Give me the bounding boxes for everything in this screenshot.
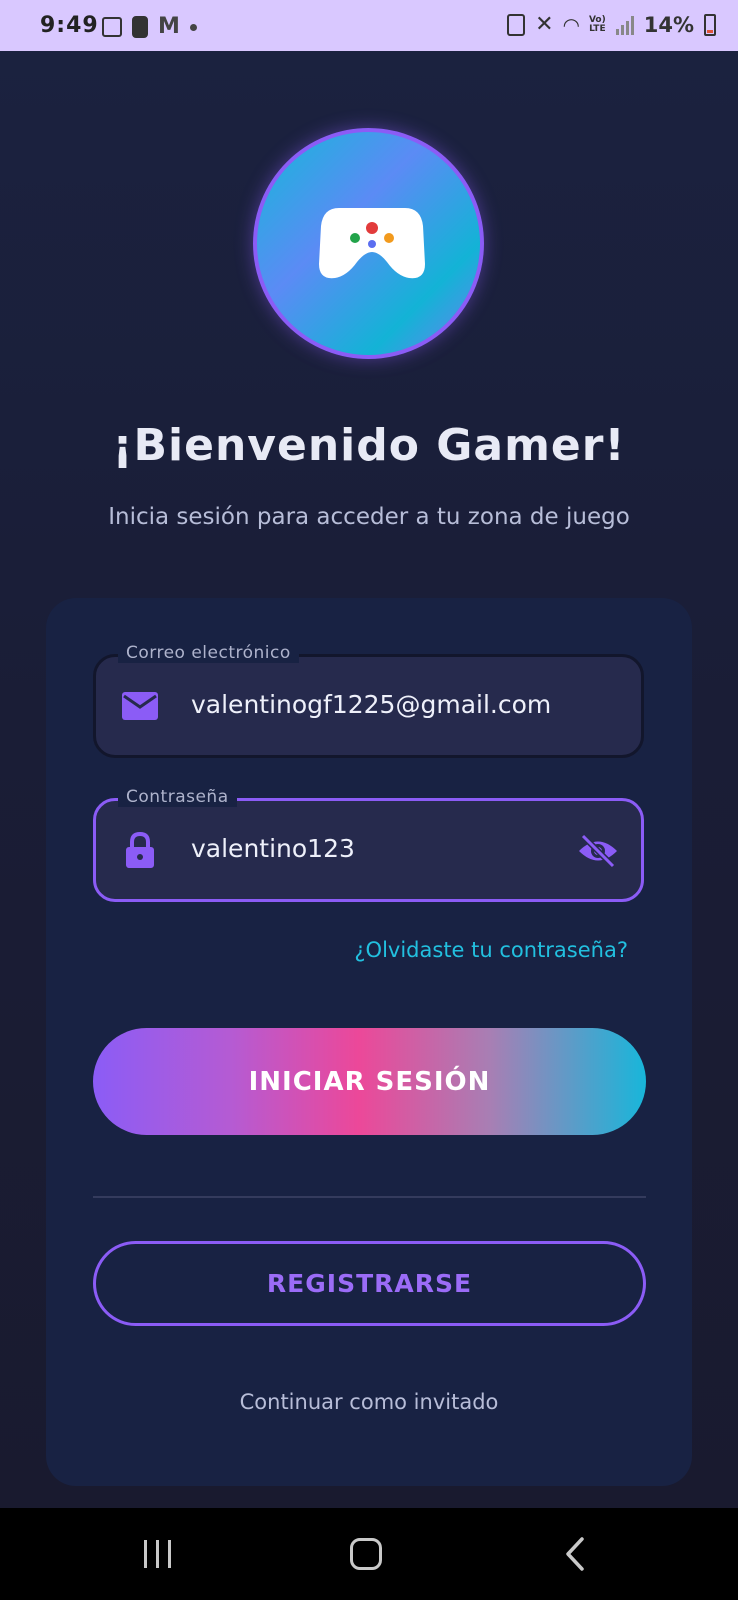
gallery-notification-icon [102,17,122,37]
eye-off-icon[interactable] [577,832,619,870]
welcome-subtitle: Inicia sesión para acceder a tu zona de … [108,504,630,530]
lte-icon: Vo) LTE [588,15,606,34]
gmail-notification-icon: M [158,14,180,39]
email-input[interactable]: valentinogf1225@gmail.com [191,690,551,719]
sync-icon [507,14,526,36]
login-button[interactable]: INICIAR SESIÓN [93,1028,646,1135]
battery-icon [704,14,716,36]
gamepad-icon [319,208,425,279]
mute-icon: ✕ [535,12,554,37]
app-logo [253,128,484,359]
login-card: Correo electrónico valentinogf1225@gmail… [46,598,692,1486]
more-notifications-icon [189,23,197,31]
lock-icon [126,832,154,868]
mail-icon [122,692,158,720]
battery-percent: 14% [643,13,694,37]
back-button[interactable] [560,1536,590,1572]
home-button[interactable] [350,1538,382,1570]
signal-icon [615,15,634,35]
email-label: Correo electrónico [118,643,299,663]
navigation-bar [0,1508,738,1600]
password-field[interactable]: Contraseña valentino123 [93,787,644,902]
alert-notification-icon [132,16,148,38]
password-input[interactable]: valentino123 [191,834,355,863]
login-screen: 9:49 M ✕ ◠ Vo) LTE 14% ¡Bienvenido Gamer!… [0,0,738,1600]
status-time: 9:49 [40,13,99,38]
email-field[interactable]: Correo electrónico valentinogf1225@gmail… [93,643,644,758]
recent-apps-button[interactable] [144,1540,174,1568]
network-label: LTE [589,24,606,34]
register-button[interactable]: REGISTRARSE [93,1241,646,1326]
forgot-password-link[interactable]: ¿Olvidaste tu contraseña? [354,938,628,962]
divider [93,1196,646,1198]
guest-link[interactable]: Continuar como invitado [46,1390,692,1414]
password-label: Contraseña [118,787,237,807]
system-icons: ✕ ◠ Vo) LTE 14% [507,13,716,37]
wifi-icon: ◠ [563,13,579,37]
welcome-title: ¡Bienvenido Gamer! [112,420,626,471]
notification-icons: M [102,16,197,38]
status-bar: 9:49 M ✕ ◠ Vo) LTE 14% [0,0,738,51]
